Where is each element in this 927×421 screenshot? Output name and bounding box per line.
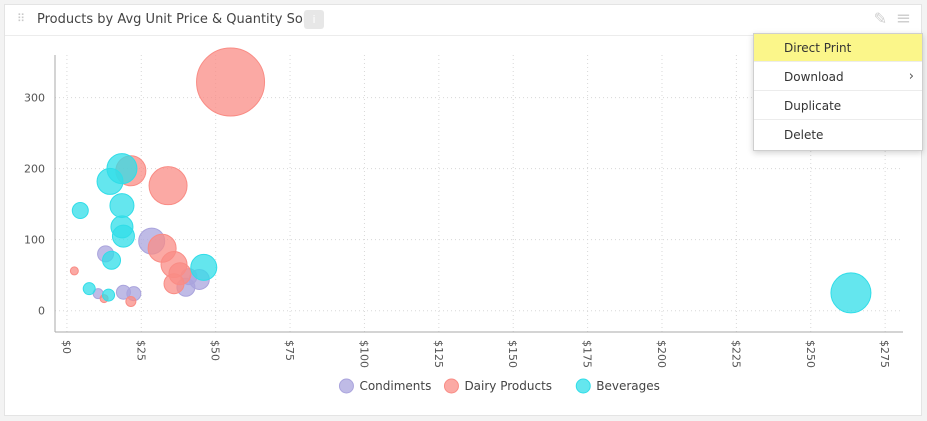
legend-marker [575,378,591,394]
x-tick-label: $250 [804,340,817,368]
x-tick-label: $200 [655,340,668,368]
menu-item-label: Duplicate [784,99,842,113]
menu-item-delete[interactable]: Delete [754,121,922,149]
legend-label: Beverages [596,379,660,393]
context-menu: Direct Print Download › Duplicate Delete [753,33,923,151]
x-tick-label: $100 [357,340,370,368]
bubble-point [163,273,185,295]
bubble-point [190,253,218,281]
bubble-point [71,202,89,220]
y-tick-label: 0 [38,305,45,318]
info-icon[interactable]: i [304,10,324,29]
hamburger-menu-icon[interactable]: ≡ [896,8,911,29]
x-tick-label: $275 [878,340,891,368]
y-tick-label: 300 [24,92,45,105]
x-tick-label: $125 [432,340,445,368]
legend-marker [443,378,459,394]
widget-title: Products by Avg Unit Price & Quantity So… [37,12,315,27]
x-tick-label: $225 [729,340,742,368]
bubble-point [111,224,135,248]
bubble-point [109,193,135,219]
bubble-point [148,166,188,206]
legend-marker [338,378,354,394]
drag-handle-icon[interactable]: ⠿ [17,12,25,25]
pencil-icon[interactable]: ✎ [874,9,887,28]
x-tick-label: $75 [283,340,296,361]
x-tick-label: $50 [209,340,222,361]
bubble-point [196,47,266,117]
x-tick-label: $150 [506,340,519,368]
x-tick-label: $25 [134,340,147,361]
menu-item-label: Delete [784,128,824,142]
x-tick-label: $0 [60,340,73,354]
menu-item-label: Direct Print [784,41,852,55]
menu-item-duplicate[interactable]: Duplicate [754,92,922,120]
widget-header: ⠿ Products by Avg Unit Price & Quantity … [5,5,921,36]
menu-item-direct-print[interactable]: Direct Print [754,34,922,62]
bubble-point [106,153,138,185]
x-tick-label: $175 [581,340,594,368]
menu-item-label: Download [784,70,844,84]
y-tick-label: 100 [24,234,45,247]
y-tick-label: 200 [24,163,45,176]
bubble-point [830,272,872,314]
menu-item-download[interactable]: Download › [754,63,922,91]
bubble-point [69,266,79,276]
legend-label: Dairy Products [464,379,552,393]
chevron-right-icon: › [908,69,914,84]
legend-label: Condiments [359,379,431,393]
bubble-point [82,282,96,296]
bubble-point [102,288,116,302]
bubble-point [125,295,137,307]
bubble-point [102,250,122,270]
